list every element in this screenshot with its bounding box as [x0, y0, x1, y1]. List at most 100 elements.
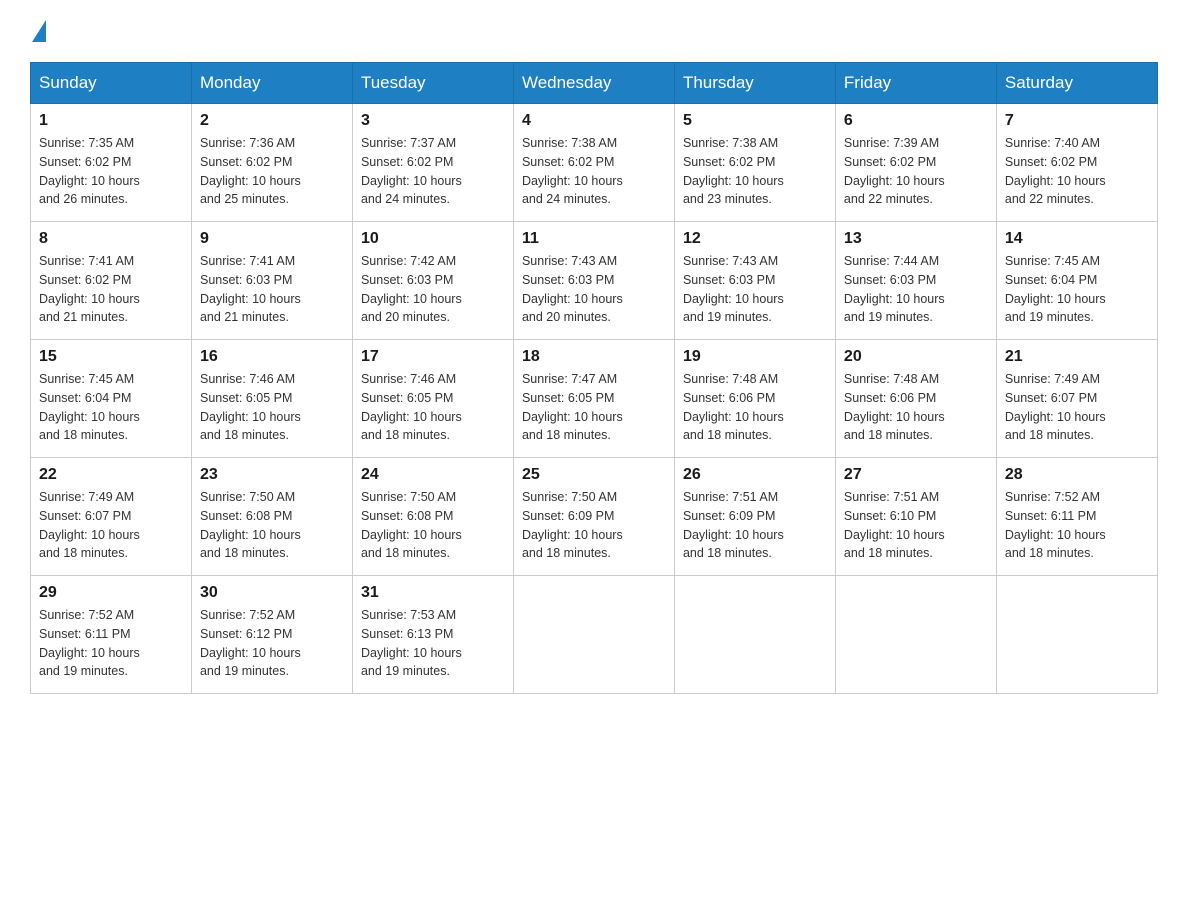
day-info: Sunrise: 7:44 AMSunset: 6:03 PMDaylight:… — [844, 252, 988, 327]
day-info: Sunrise: 7:52 AMSunset: 6:12 PMDaylight:… — [200, 606, 344, 681]
day-number: 4 — [522, 112, 666, 130]
calendar-cell: 11Sunrise: 7:43 AMSunset: 6:03 PMDayligh… — [513, 222, 674, 340]
calendar-cell: 10 Sunrise: 7:42 AMSunset: 6:03 PMDayligh… — [352, 222, 513, 340]
day-number: 29 — [39, 584, 183, 602]
day-number: 10 — [361, 230, 505, 248]
calendar-cell: 26 Sunrise: 7:51 AMSunset: 6:09 PMDayligh… — [674, 458, 835, 576]
calendar-cell: 28Sunrise: 7:52 AMSunset: 6:11 PMDayligh… — [996, 458, 1157, 576]
calendar-cell: 30Sunrise: 7:52 AMSunset: 6:12 PMDayligh… — [191, 576, 352, 694]
calendar-cell: 19Sunrise: 7:48 AMSunset: 6:06 PMDayligh… — [674, 340, 835, 458]
weekday-header-wednesday: Wednesday — [513, 63, 674, 104]
weekday-header-monday: Monday — [191, 63, 352, 104]
calendar-cell — [674, 576, 835, 694]
day-number: 8 — [39, 230, 183, 248]
day-number: 13 — [844, 230, 988, 248]
day-number: 12 — [683, 230, 827, 248]
calendar-cell: 18 Sunrise: 7:47 AMSunset: 6:05 PMDayligh… — [513, 340, 674, 458]
calendar-week-row: 29 Sunrise: 7:52 AMSunset: 6:11 PMDayligh… — [31, 576, 1158, 694]
calendar-cell: 27Sunrise: 7:51 AMSunset: 6:10 PMDayligh… — [835, 458, 996, 576]
day-info: Sunrise: 7:49 AMSunset: 6:07 PMDaylight:… — [1005, 370, 1149, 445]
calendar-week-row: 1Sunrise: 7:35 AMSunset: 6:02 PMDaylight… — [31, 104, 1158, 222]
day-info: Sunrise: 7:45 AMSunset: 6:04 PMDaylight:… — [1005, 252, 1149, 327]
calendar-cell: 22 Sunrise: 7:49 AMSunset: 6:07 PMDayligh… — [31, 458, 192, 576]
day-number: 31 — [361, 584, 505, 602]
logo — [30, 20, 50, 42]
calendar-cell: 24 Sunrise: 7:50 AMSunset: 6:08 PMDayligh… — [352, 458, 513, 576]
day-number: 14 — [1005, 230, 1149, 248]
weekday-header-tuesday: Tuesday — [352, 63, 513, 104]
calendar-cell — [513, 576, 674, 694]
day-info: Sunrise: 7:51 AMSunset: 6:09 PMDaylight:… — [683, 488, 827, 563]
day-info: Sunrise: 7:43 AMSunset: 6:03 PMDaylight:… — [683, 252, 827, 327]
day-number: 18 — [522, 348, 666, 366]
day-info: Sunrise: 7:46 AMSunset: 6:05 PMDaylight:… — [200, 370, 344, 445]
day-info: Sunrise: 7:52 AMSunset: 6:11 PMDaylight:… — [39, 606, 183, 681]
day-info: Sunrise: 7:49 AMSunset: 6:07 PMDaylight:… — [39, 488, 183, 563]
calendar-cell: 29 Sunrise: 7:52 AMSunset: 6:11 PMDayligh… — [31, 576, 192, 694]
weekday-header-saturday: Saturday — [996, 63, 1157, 104]
day-number: 23 — [200, 466, 344, 484]
day-number: 21 — [1005, 348, 1149, 366]
calendar-week-row: 8 Sunrise: 7:41 AMSunset: 6:02 PMDaylight… — [31, 222, 1158, 340]
day-number: 27 — [844, 466, 988, 484]
day-info: Sunrise: 7:36 AMSunset: 6:02 PMDaylight:… — [200, 134, 344, 209]
day-info: Sunrise: 7:46 AMSunset: 6:05 PMDaylight:… — [361, 370, 505, 445]
calendar-cell: 17 Sunrise: 7:46 AMSunset: 6:05 PMDayligh… — [352, 340, 513, 458]
day-number: 17 — [361, 348, 505, 366]
day-number: 1 — [39, 112, 183, 130]
day-number: 26 — [683, 466, 827, 484]
day-number: 22 — [39, 466, 183, 484]
day-info: Sunrise: 7:50 AMSunset: 6:08 PMDaylight:… — [200, 488, 344, 563]
day-number: 7 — [1005, 112, 1149, 130]
calendar-cell: 13 Sunrise: 7:44 AMSunset: 6:03 PMDayligh… — [835, 222, 996, 340]
day-number: 25 — [522, 466, 666, 484]
day-number: 20 — [844, 348, 988, 366]
day-info: Sunrise: 7:41 AMSunset: 6:02 PMDaylight:… — [39, 252, 183, 327]
weekday-header-friday: Friday — [835, 63, 996, 104]
calendar-table: SundayMondayTuesdayWednesdayThursdayFrid… — [30, 62, 1158, 694]
calendar-cell — [996, 576, 1157, 694]
day-number: 2 — [200, 112, 344, 130]
calendar-cell: 5Sunrise: 7:38 AMSunset: 6:02 PMDaylight… — [674, 104, 835, 222]
day-info: Sunrise: 7:38 AMSunset: 6:02 PMDaylight:… — [522, 134, 666, 209]
calendar-cell: 4 Sunrise: 7:38 AMSunset: 6:02 PMDaylight… — [513, 104, 674, 222]
day-number: 5 — [683, 112, 827, 130]
calendar-cell: 3 Sunrise: 7:37 AMSunset: 6:02 PMDaylight… — [352, 104, 513, 222]
day-number: 24 — [361, 466, 505, 484]
calendar-cell: 16 Sunrise: 7:46 AMSunset: 6:05 PMDayligh… — [191, 340, 352, 458]
weekday-header-row: SundayMondayTuesdayWednesdayThursdayFrid… — [31, 63, 1158, 104]
calendar-cell: 9Sunrise: 7:41 AMSunset: 6:03 PMDaylight… — [191, 222, 352, 340]
logo-text — [30, 20, 50, 42]
calendar-cell: 25 Sunrise: 7:50 AMSunset: 6:09 PMDayligh… — [513, 458, 674, 576]
day-number: 28 — [1005, 466, 1149, 484]
calendar-cell: 14 Sunrise: 7:45 AMSunset: 6:04 PMDayligh… — [996, 222, 1157, 340]
calendar-cell: 2 Sunrise: 7:36 AMSunset: 6:02 PMDaylight… — [191, 104, 352, 222]
day-number: 19 — [683, 348, 827, 366]
day-number: 3 — [361, 112, 505, 130]
day-info: Sunrise: 7:53 AMSunset: 6:13 PMDaylight:… — [361, 606, 505, 681]
day-number: 6 — [844, 112, 988, 130]
calendar-cell: 31 Sunrise: 7:53 AMSunset: 6:13 PMDayligh… — [352, 576, 513, 694]
day-info: Sunrise: 7:47 AMSunset: 6:05 PMDaylight:… — [522, 370, 666, 445]
weekday-header-sunday: Sunday — [31, 63, 192, 104]
day-info: Sunrise: 7:37 AMSunset: 6:02 PMDaylight:… — [361, 134, 505, 209]
day-info: Sunrise: 7:39 AMSunset: 6:02 PMDaylight:… — [844, 134, 988, 209]
page-header — [30, 20, 1158, 42]
day-number: 16 — [200, 348, 344, 366]
calendar-cell: 8 Sunrise: 7:41 AMSunset: 6:02 PMDaylight… — [31, 222, 192, 340]
day-info: Sunrise: 7:50 AMSunset: 6:09 PMDaylight:… — [522, 488, 666, 563]
weekday-header-thursday: Thursday — [674, 63, 835, 104]
day-number: 9 — [200, 230, 344, 248]
calendar-cell: 23 Sunrise: 7:50 AMSunset: 6:08 PMDayligh… — [191, 458, 352, 576]
day-number: 15 — [39, 348, 183, 366]
calendar-week-row: 22 Sunrise: 7:49 AMSunset: 6:07 PMDayligh… — [31, 458, 1158, 576]
calendar-cell: 15Sunrise: 7:45 AMSunset: 6:04 PMDayligh… — [31, 340, 192, 458]
day-info: Sunrise: 7:48 AMSunset: 6:06 PMDaylight:… — [844, 370, 988, 445]
calendar-cell: 12 Sunrise: 7:43 AMSunset: 6:03 PMDayligh… — [674, 222, 835, 340]
calendar-cell — [835, 576, 996, 694]
calendar-cell: 1Sunrise: 7:35 AMSunset: 6:02 PMDaylight… — [31, 104, 192, 222]
day-info: Sunrise: 7:50 AMSunset: 6:08 PMDaylight:… — [361, 488, 505, 563]
calendar-cell: 20 Sunrise: 7:48 AMSunset: 6:06 PMDayligh… — [835, 340, 996, 458]
day-info: Sunrise: 7:42 AMSunset: 6:03 PMDaylight:… — [361, 252, 505, 327]
logo-triangle-icon — [32, 20, 46, 42]
